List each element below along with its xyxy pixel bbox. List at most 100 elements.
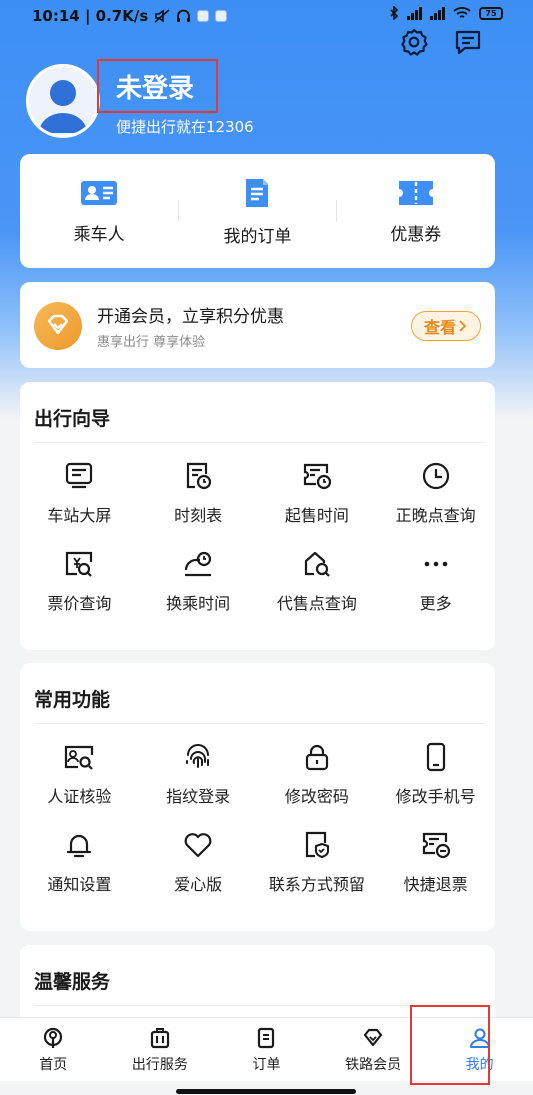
divider (34, 723, 485, 724)
guide-item-label: 正晚点查询 (395, 506, 476, 525)
common-item-label: 爱心版 (174, 875, 223, 894)
guide-item-timetable[interactable]: 时刻表 (139, 460, 258, 526)
common-item-change-phone[interactable]: 修改手机号 (376, 741, 495, 807)
member-title: 开通会员，立享积分优惠 (97, 307, 284, 327)
member-subtitle: 惠享出行 尊享体验 (97, 335, 206, 350)
contact-shield-icon (305, 831, 329, 858)
clock-icon (422, 462, 449, 490)
signal-icon (430, 6, 445, 20)
guide-item-agency-query[interactable]: 代售点查询 (258, 548, 377, 614)
common-item-quick-refund[interactable]: 快捷退票 (376, 829, 495, 895)
common-item-label: 修改手机号 (395, 787, 476, 806)
gear-icon[interactable] (398, 26, 430, 58)
common-item-notification[interactable]: 通知设置 (20, 829, 139, 895)
diamond-icon (47, 314, 69, 335)
mute-icon (154, 9, 170, 23)
order-icon (258, 1027, 275, 1048)
wifi-icon (453, 7, 471, 18)
nav-label: 首页 (39, 1056, 68, 1073)
headset-icon (177, 9, 191, 22)
guide-item-label: 换乘时间 (166, 594, 231, 613)
lock-icon (305, 744, 328, 771)
fingerprint-icon (186, 744, 210, 768)
guide-item-delay-query[interactable]: 正晚点查询 (376, 460, 495, 526)
nav-item-home[interactable]: 首页 (0, 1018, 107, 1081)
person-icon (39, 80, 87, 133)
agency-search-icon (304, 551, 330, 577)
common-grid: 人证核验 指纹登录 修改密码 修改手机号 通知设置 爱心版 联系方式预留 快捷退… (20, 741, 495, 895)
sale-time-icon (303, 463, 331, 490)
more-icon (424, 561, 447, 567)
guide-item-label: 更多 (419, 594, 452, 613)
common-item-label: 通知设置 (47, 875, 112, 894)
common-item-label: 指纹登录 (166, 787, 231, 806)
signal-icon (407, 6, 422, 20)
guide-item-fare-query[interactable]: 票价查询 (20, 548, 139, 614)
passenger-card-icon (81, 180, 118, 205)
battery-icon: 75 (479, 6, 503, 20)
home-indicator[interactable] (176, 1089, 356, 1094)
guide-item-label: 票价查询 (47, 594, 112, 613)
guide-item-label: 车站大屏 (47, 506, 112, 525)
common-item-label: 联系方式预留 (268, 875, 365, 894)
quick-item-orders[interactable]: 我的订单 (178, 154, 336, 268)
common-item-label: 人证核验 (47, 787, 112, 806)
message-icon[interactable] (452, 26, 484, 58)
guide-item-label: 代售点查询 (276, 594, 357, 613)
screen: 10:14 | 0.7K/s 75 未登录 便捷出行就在12306 乘车人 我的… (0, 0, 533, 1095)
guide-item-transfer-time[interactable]: 换乘时间 (139, 548, 258, 614)
phone-icon (426, 742, 445, 772)
common-item-label: 修改密码 (284, 787, 349, 806)
common-item-care-mode[interactable]: 爱心版 (139, 829, 258, 895)
common-item-id-verify[interactable]: 人证核验 (20, 741, 139, 807)
common-item-contact-reserve[interactable]: 联系方式预留 (258, 829, 377, 895)
guide-item-more[interactable]: 更多 (376, 548, 495, 614)
status-left: 10:14 | 0.7K/s (32, 7, 228, 25)
member-card[interactable]: 开通会员，立享积分优惠 惠享出行 尊享体验 查看 (20, 282, 495, 368)
notification-icon (197, 10, 210, 22)
section-title: 温馨服务 (34, 971, 111, 993)
common-item-label: 快捷退票 (403, 875, 468, 894)
quick-item-coupons[interactable]: 优惠券 (337, 154, 495, 268)
login-status[interactable]: 未登录 (116, 68, 194, 105)
nav-highlight-box (410, 1005, 490, 1085)
coupon-icon (398, 180, 433, 205)
nav-label: 订单 (252, 1056, 281, 1073)
nav-label: 出行服务 (131, 1056, 188, 1073)
heart-icon (184, 833, 212, 858)
section-title: 常用功能 (34, 689, 111, 711)
notification-icon (215, 10, 228, 22)
nav-item-travel-service[interactable]: 出行服务 (107, 1018, 214, 1081)
guide-item-station-screen[interactable]: 车站大屏 (20, 460, 139, 526)
nav-label: 铁路会员 (345, 1056, 402, 1073)
home-icon (44, 1027, 63, 1048)
member-badge (34, 302, 82, 350)
chevron-right-icon (459, 320, 467, 332)
common-functions-card: 常用功能 人证核验 指纹登录 修改密码 修改手机号 通知设置 爱心版 联系方式预… (20, 663, 495, 931)
profile-slogan: 便捷出行就在12306 (116, 118, 254, 136)
quick-item-passenger[interactable]: 乘车人 (20, 154, 178, 268)
quick-item-label: 乘车人 (73, 224, 125, 245)
common-item-fingerprint[interactable]: 指纹登录 (139, 741, 258, 807)
transfer-time-icon (185, 551, 212, 577)
quick-actions-card: 乘车人 我的订单 优惠券 (20, 154, 495, 268)
order-doc-icon (246, 178, 269, 207)
quick-item-label: 我的订单 (223, 226, 292, 247)
luggage-icon (150, 1027, 169, 1048)
view-member-button[interactable]: 查看 (411, 311, 481, 341)
guide-item-sale-time[interactable]: 起售时间 (258, 460, 377, 526)
common-item-change-password[interactable]: 修改密码 (258, 741, 377, 807)
quick-item-label: 优惠券 (390, 224, 442, 245)
guide-item-label: 起售时间 (284, 506, 349, 525)
nav-item-orders[interactable]: 订单 (213, 1018, 320, 1081)
avatar[interactable] (26, 64, 100, 138)
guide-item-label: 时刻表 (174, 506, 223, 525)
view-member-label: 查看 (423, 318, 456, 337)
station-screen-icon (66, 462, 93, 489)
bluetooth-icon (390, 6, 399, 20)
id-verify-icon (65, 745, 94, 770)
bell-icon (67, 834, 92, 858)
fare-search-icon (66, 551, 93, 577)
divider (34, 442, 485, 443)
timetable-icon (187, 462, 212, 490)
